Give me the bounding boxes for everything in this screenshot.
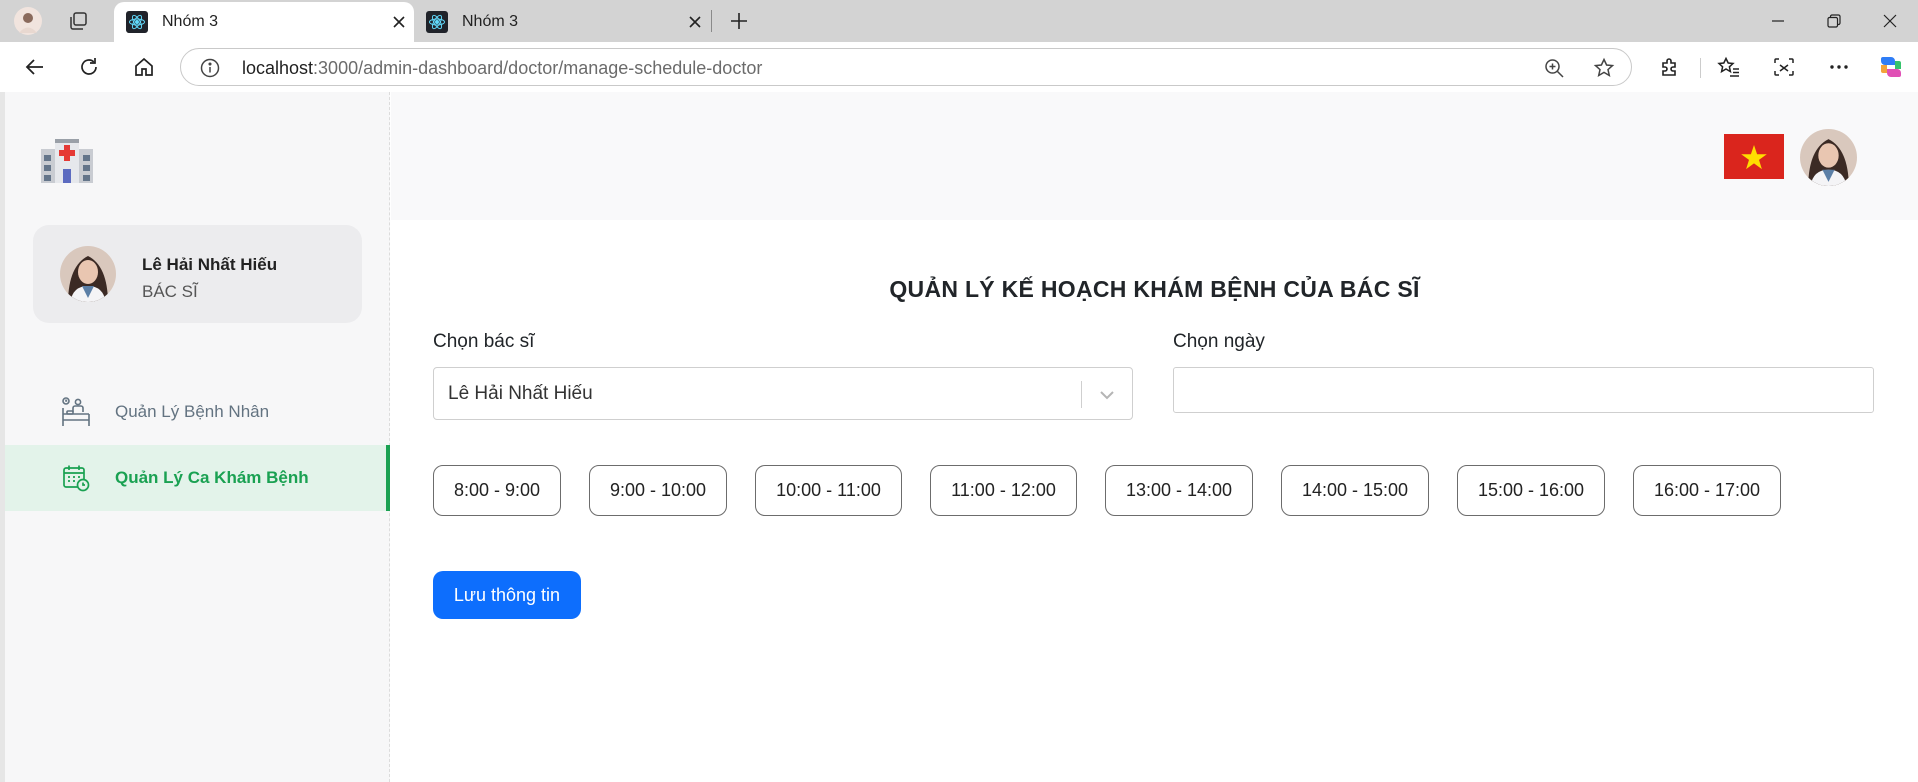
header-avatar[interactable]	[1800, 129, 1857, 186]
time-slot-button[interactable]: 11:00 - 12:00	[930, 465, 1077, 516]
more-options-icon[interactable]	[1820, 49, 1858, 85]
time-slot-button[interactable]: 15:00 - 16:00	[1457, 465, 1605, 516]
zoom-icon[interactable]	[1541, 56, 1567, 80]
hospital-logo-icon[interactable]	[39, 135, 95, 190]
vietnam-flag-icon[interactable]	[1724, 134, 1784, 179]
time-slot-button[interactable]: 14:00 - 15:00	[1281, 465, 1429, 516]
calendar-schedule-icon	[60, 462, 92, 494]
toolbar-divider	[1700, 58, 1701, 78]
select-separator	[1081, 381, 1082, 408]
url-host: localhost	[242, 58, 314, 78]
react-icon	[126, 11, 148, 33]
user-role: BÁC SĨ	[142, 282, 198, 301]
page: Lê Hải Nhất Hiếu BÁC SĨ Quản Lý Bệnh Nhâ…	[0, 92, 1918, 782]
date-picker-label: Chọn ngày	[1173, 331, 1265, 352]
back-arrow-icon[interactable]	[16, 49, 54, 85]
minimize-icon[interactable]	[1750, 0, 1806, 42]
close-tab-icon[interactable]	[384, 7, 414, 37]
save-button[interactable]: Lưu thông tin	[433, 571, 581, 619]
close-window-icon[interactable]	[1862, 0, 1918, 42]
url-text[interactable]: localhost:3000/admin-dashboard/doctor/ma…	[242, 58, 762, 79]
close-tab-icon[interactable]	[680, 7, 710, 37]
copilot-icon[interactable]	[1872, 49, 1910, 85]
favorite-star-icon[interactable]	[1591, 56, 1617, 80]
doctor-select-value: Lê Hải Nhất Hiếu	[448, 383, 593, 404]
tab-title: Nhóm 3	[162, 13, 219, 30]
page-title: QUẢN LÝ KẾ HOẠCH KHÁM BỆNH CỦA BÁC SĨ	[889, 276, 1420, 302]
react-icon	[426, 11, 448, 33]
sidebar-item-label: Quản Lý Bệnh Nhân	[115, 402, 270, 421]
sidebar-item-manage-patients[interactable]: Quản Lý Bệnh Nhân	[5, 379, 390, 445]
browser-tab-bar: Nhóm 3 Nhóm 3	[0, 0, 1918, 42]
sidebar: Lê Hải Nhất Hiếu BÁC SĨ Quản Lý Bệnh Nhâ…	[5, 92, 390, 782]
time-slot-button[interactable]: 8:00 - 9:00	[433, 465, 561, 516]
date-picker-input[interactable]	[1173, 367, 1874, 413]
time-slot-button[interactable]: 10:00 - 11:00	[755, 465, 902, 516]
tab-nhom3[interactable]: Nhóm 3	[414, 2, 710, 42]
time-slot-button[interactable]: 13:00 - 14:00	[1105, 465, 1253, 516]
profile-avatar-icon[interactable]	[8, 0, 48, 42]
url-path: :3000/admin-dashboard/doctor/manage-sche…	[313, 58, 763, 78]
workspaces-icon[interactable]	[58, 0, 98, 42]
browser-toolbar: localhost:3000/admin-dashboard/doctor/ma…	[0, 42, 1918, 92]
doctor-select-label: Chọn bác sĩ	[433, 331, 535, 352]
user-profile-card[interactable]: Lê Hải Nhất Hiếu BÁC SĨ	[33, 225, 362, 323]
time-slot-button[interactable]: 9:00 - 10:00	[589, 465, 727, 516]
patient-bed-icon	[60, 396, 92, 428]
time-slot-button[interactable]: 16:00 - 17:00	[1633, 465, 1781, 516]
top-header	[391, 92, 1918, 220]
user-name: Lê Hải Nhất Hiếu	[142, 255, 278, 274]
site-info-icon[interactable]	[199, 57, 221, 84]
address-bar[interactable]: localhost:3000/admin-dashboard/doctor/ma…	[180, 48, 1632, 86]
user-avatar	[60, 246, 116, 302]
favorites-list-icon[interactable]	[1710, 49, 1748, 85]
home-icon[interactable]	[125, 49, 163, 85]
tab-nhom3-active[interactable]: Nhóm 3	[114, 2, 414, 42]
sidebar-item-label: Quản Lý Ca Khám Bệnh	[115, 468, 309, 487]
tab-title: Nhóm 3	[462, 13, 519, 30]
tab-divider	[711, 10, 712, 32]
chevron-down-icon[interactable]	[1095, 383, 1119, 412]
doctor-select[interactable]: Lê Hải Nhất Hiếu	[433, 367, 1133, 420]
restore-icon[interactable]	[1806, 0, 1862, 42]
new-tab-icon[interactable]	[718, 0, 760, 42]
extensions-icon[interactable]	[1651, 49, 1689, 85]
sidebar-item-manage-shifts[interactable]: Quản Lý Ca Khám Bệnh	[5, 445, 390, 511]
reload-icon[interactable]	[70, 49, 108, 85]
screenshot-icon[interactable]	[1765, 49, 1803, 85]
